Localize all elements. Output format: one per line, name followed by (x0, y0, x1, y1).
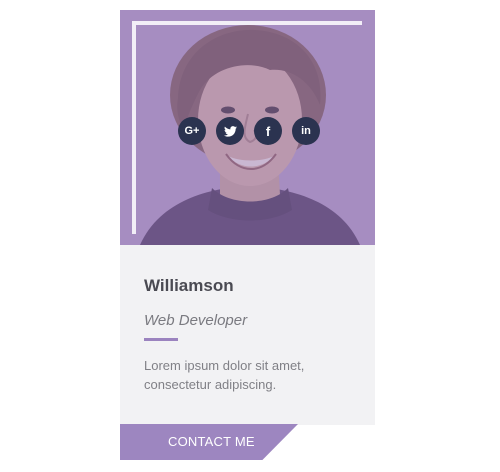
frame-line-left (132, 21, 136, 234)
google-plus-icon: G+ (184, 125, 200, 137)
google-plus-button[interactable]: G+ (178, 117, 206, 145)
accent-divider (144, 338, 178, 341)
profile-info: Williamson Web Developer Lorem ipsum dol… (120, 245, 375, 425)
social-links: G+ f in (178, 117, 320, 145)
linkedin-icon: in (301, 125, 311, 137)
profile-role: Web Developer (144, 312, 248, 329)
profile-card: G+ f in Williamson Web Developer Lorem i… (120, 10, 375, 460)
facebook-button[interactable]: f (254, 117, 282, 145)
linkedin-button[interactable]: in (292, 117, 320, 145)
facebook-icon: f (265, 123, 271, 139)
profile-name: Williamson (144, 276, 234, 295)
profile-description: Lorem ipsum dolor sit amet, consectetur … (144, 358, 305, 392)
contact-me-button[interactable]: CONTACT ME (120, 424, 298, 460)
frame-line-top (132, 21, 362, 25)
profile-photo: G+ f in (120, 10, 375, 245)
twitter-icon (223, 125, 237, 137)
twitter-button[interactable] (216, 117, 244, 145)
